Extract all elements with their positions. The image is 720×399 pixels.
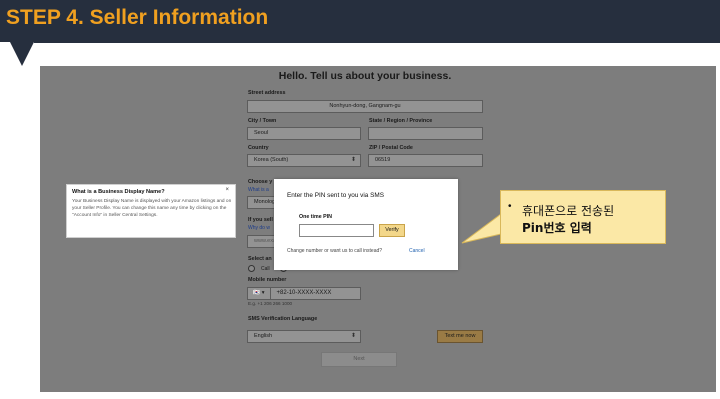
- tooltip-close-icon[interactable]: ×: [225, 187, 229, 193]
- radio-call-label: Call: [261, 266, 270, 272]
- street-address-label: Street address: [248, 90, 286, 96]
- radio-call[interactable]: [248, 265, 255, 272]
- tooltip-body: Your Business Display Name is displayed …: [72, 199, 232, 218]
- callout-line-2: Pin번호 입력: [522, 221, 592, 235]
- mobile-example: E.g. +1 206 266 1000: [248, 301, 293, 306]
- street-address-input[interactable]: Nonhyun-dong, Gangnam-gu: [247, 100, 483, 113]
- verify-button[interactable]: Verify: [379, 224, 405, 237]
- callout-line-1: 휴대폰으로 전송된: [522, 204, 615, 218]
- mobile-number-label: Mobile number: [248, 277, 287, 283]
- cancel-link[interactable]: Cancel: [409, 248, 425, 254]
- country-value: Korea (South): [254, 157, 289, 163]
- change-number-text: Change number or want us to call instead…: [287, 248, 383, 254]
- state-input[interactable]: [368, 127, 483, 140]
- sms-pin-modal: Enter the PIN sent to you via SMS One ti…: [274, 179, 458, 270]
- tooltip-title: What is a Business Display Name?: [72, 189, 165, 195]
- header-notch: [0, 42, 720, 66]
- form-heading: Hello. Tell us about your business.: [278, 70, 452, 82]
- pin-input[interactable]: [299, 224, 374, 237]
- instruction-callout: • 휴대폰으로 전송된 Pin번호 입력: [500, 190, 666, 244]
- city-input[interactable]: Seoul: [247, 127, 361, 140]
- business-display-name-tooltip: What is a Business Display Name? × Your …: [66, 184, 236, 238]
- next-button[interactable]: Next: [321, 352, 397, 367]
- city-label: City / Town: [248, 118, 277, 124]
- zip-input[interactable]: 06519: [368, 154, 483, 167]
- sms-language-select[interactable]: English: [247, 330, 361, 343]
- sms-language-value: English: [254, 333, 273, 339]
- country-select[interactable]: Korea (South): [247, 154, 361, 167]
- pin-label: One time PIN: [299, 214, 332, 220]
- country-label: Country: [248, 145, 269, 151]
- mobile-number-field[interactable]: 🇰🇷 ▾ +82-10-XXXX-XXXX: [247, 287, 361, 300]
- text-me-now-button[interactable]: Text me now: [437, 330, 483, 343]
- display-name-hint-link[interactable]: What is a: [248, 187, 269, 193]
- select-option-label: Select an: [248, 256, 272, 262]
- modal-title: Enter the PIN sent to you via SMS: [287, 192, 384, 199]
- slide-title: STEP 4. Seller Information: [6, 6, 269, 29]
- callout-bullet: •: [508, 201, 512, 212]
- zip-label: ZIP / Postal Code: [369, 145, 413, 151]
- choose-name-label: Choose y: [248, 179, 273, 185]
- sms-language-label: SMS Verification Language: [248, 316, 318, 322]
- country-code-dropdown[interactable]: 🇰🇷 ▾: [248, 288, 271, 299]
- why-link[interactable]: Why do w: [248, 225, 270, 231]
- website-label: If you sell: [248, 217, 273, 223]
- mobile-number-value: +82-10-XXXX-XXXX: [276, 290, 332, 296]
- state-label: State / Region / Province: [369, 118, 433, 124]
- slide-header: STEP 4. Seller Information: [0, 0, 720, 42]
